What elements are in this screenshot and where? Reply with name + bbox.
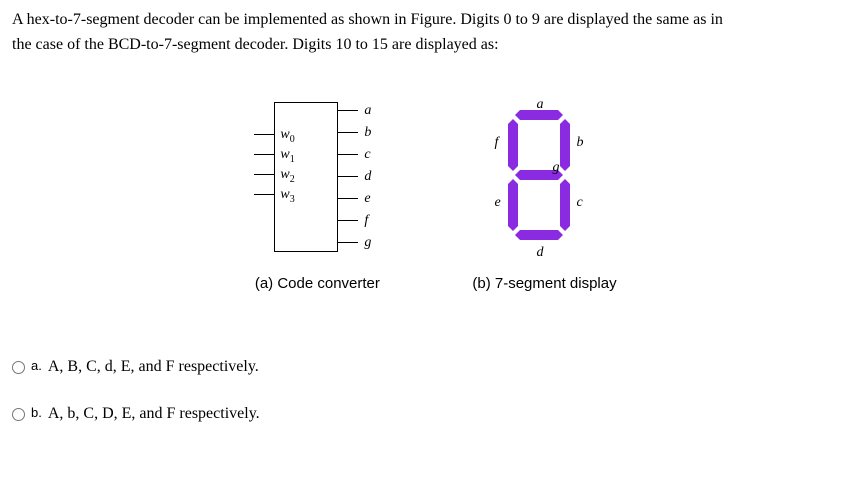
segment-e: [508, 184, 518, 226]
input-line-w3: [254, 194, 274, 196]
seven-segment-display: a b c d e f g: [474, 102, 614, 252]
output-line-e: [338, 198, 358, 200]
output-label-a: a: [364, 100, 371, 122]
output-label-e: e: [364, 188, 370, 210]
segment-label-g: g: [552, 157, 559, 179]
option-b-text: A, b, C, D, E, and F respectively.: [48, 402, 260, 427]
output-line-a: [338, 110, 358, 112]
output-line-f: [338, 220, 358, 222]
output-label-f: f: [364, 210, 368, 232]
option-b-radio[interactable]: [12, 408, 25, 421]
segment-label-e: e: [494, 192, 500, 214]
option-b-row: b. A, b, C, D, E, and F respectively.: [12, 402, 837, 427]
code-converter-diagram: w0 w1 w2 w3 a b c d e f g: [232, 102, 402, 252]
segment-label-c: c: [576, 192, 582, 214]
option-b-letter: b.: [31, 403, 42, 423]
output-line-g: [338, 242, 358, 244]
option-a-text: A, B, C, d, E, and F respectively.: [48, 355, 259, 380]
output-label-g: g: [364, 232, 371, 254]
input-line-w0: [254, 134, 274, 136]
segment-c: [560, 184, 570, 226]
segment-label-a: a: [536, 94, 543, 116]
segment-b: [560, 124, 570, 166]
input-line-w1: [254, 154, 274, 156]
segment-label-d: d: [536, 242, 543, 264]
option-a-radio[interactable]: [12, 361, 25, 374]
output-label-b: b: [364, 122, 371, 144]
caption-7seg: (b) 7-segment display: [472, 272, 616, 295]
options-list: a. A, B, C, d, E, and F respectively. b.…: [12, 355, 837, 427]
question-line-2: the case of the BCD-to-7-segment decoder…: [12, 36, 499, 53]
output-line-c: [338, 154, 358, 156]
output-line-b: [338, 132, 358, 134]
input-label-w3: w3: [280, 184, 294, 207]
segment-f: [508, 124, 518, 166]
question-line-1: A hex-to-7-segment decoder can be implem…: [12, 11, 723, 28]
figure-7seg-col: a b c d e f g (b) 7-segment display: [472, 102, 616, 295]
segment-label-b: b: [576, 132, 583, 154]
segment-d: [520, 230, 558, 240]
figure-code-converter-col: w0 w1 w2 w3 a b c d e f g (a) Code conve…: [232, 102, 402, 295]
output-line-d: [338, 176, 358, 178]
option-a-row: a. A, B, C, d, E, and F respectively.: [12, 355, 837, 380]
input-line-w2: [254, 174, 274, 176]
caption-code-converter: (a) Code converter: [255, 272, 380, 295]
output-label-d: d: [364, 166, 371, 188]
segment-label-f: f: [494, 132, 498, 154]
question-text: A hex-to-7-segment decoder can be implem…: [12, 8, 837, 58]
output-label-c: c: [364, 144, 370, 166]
option-a-letter: a.: [31, 356, 42, 376]
figure-row: w0 w1 w2 w3 a b c d e f g (a) Code conve…: [12, 102, 837, 295]
